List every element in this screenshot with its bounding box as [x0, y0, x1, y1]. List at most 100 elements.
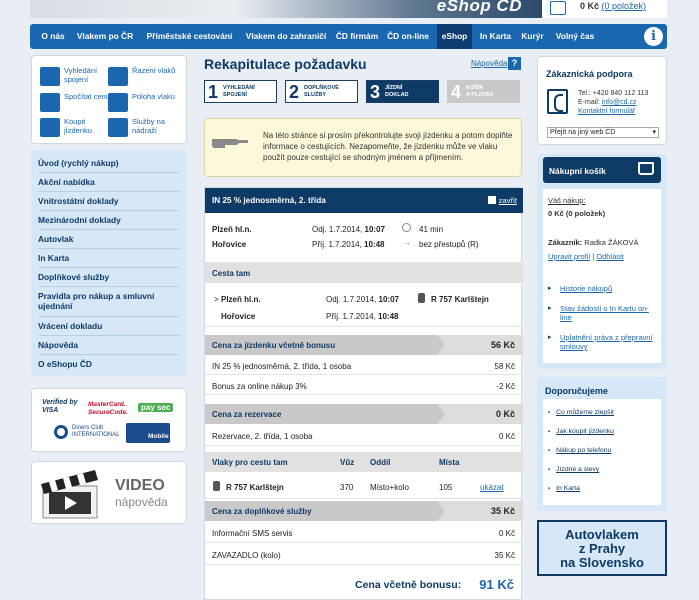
- left-menu: Úvod (rychlý nákup) Akční nabídka Vnitro…: [31, 150, 187, 376]
- recommend-link[interactable]: ▪ Jízdné a slevy: [548, 466, 599, 473]
- price-line: Bonus za online nákup 3% -2 Kč: [205, 375, 523, 395]
- total-row: Cena včetně bonusu: 91 Kč: [205, 572, 523, 598]
- customer-support-panel: Zákaznická podpora Tel.: +420 840 112 11…: [537, 56, 667, 145]
- pointing-hand-icon: [211, 135, 249, 149]
- payment-logos: Verified by VISA MasterCard. SecureCode.…: [31, 388, 187, 452]
- journey-to: Hořovice: [221, 312, 256, 321]
- autovlak-promo-banner[interactable]: Autovlakem z Prahy na Slovensko: [537, 520, 667, 576]
- left-menu-item[interactable]: Nápověda: [38, 336, 180, 355]
- video-help-banner[interactable]: VIDEO nápověda: [31, 461, 187, 524]
- left-menu-item[interactable]: Vnitrostátní doklady: [38, 192, 180, 211]
- nav-item-o-nas[interactable]: O nás: [38, 24, 68, 49]
- price-calculator-icon: [40, 93, 60, 112]
- support-contacts: Tel.: +420 840 112 113 E-mail: info@cd.c…: [578, 90, 649, 115]
- ticket-summary: IN 25 % jednosměrná, 2. třída zavřít Plz…: [204, 187, 523, 600]
- train-composition-icon: [108, 67, 128, 86]
- info-icon[interactable]: i: [644, 27, 663, 46]
- left-menu-item[interactable]: Autovlak: [38, 230, 180, 249]
- video-clapper-icon: [39, 468, 101, 520]
- route-summary: Plzeň hl.n. Hořovice Odj. 1.7.2014, 10:0…: [205, 213, 523, 263]
- recommend-link[interactable]: ▪ Jak koupit jízdenku: [548, 428, 614, 435]
- page-title: Rekapitulace požadavku: [204, 56, 367, 72]
- left-menu-item[interactable]: In Karta: [38, 249, 180, 268]
- nav-item-vlakem-po-cr[interactable]: Vlakem po ČR: [74, 24, 136, 49]
- mini-cart-items-link[interactable]: (0 položek): [602, 1, 647, 11]
- video-subtitle: nápověda: [115, 495, 168, 509]
- eshop-title: eShop ČD: [436, 0, 522, 15]
- contact-form-link[interactable]: Kontaktní formulář: [578, 108, 635, 115]
- nav-item-cd-firmam[interactable]: ČD firmám: [335, 24, 379, 49]
- diners-club-logo: Diners Club INTERNATIONAL: [72, 425, 120, 438]
- notice-box: Na této stránce si prosím překontrolujte…: [204, 118, 522, 177]
- ticket-header-title: IN 25 % jednosměrná, 2. třída: [212, 196, 326, 205]
- mini-cart[interactable]: 0 Kč (0 položek): [550, 0, 667, 18]
- support-title: Zákaznická podpora: [546, 69, 633, 79]
- route-departure: Odj. 1.7.2014, 10:07: [312, 225, 385, 234]
- recommend-list: ▪ Co můžeme zlepšit ▪ Jak koupit jízdenku …: [543, 399, 661, 505]
- left-menu-item[interactable]: Mezinárodní doklady: [38, 211, 180, 230]
- phone-icon: [547, 89, 568, 114]
- route-arrival: Příj. 1.7.2014, 10:48: [312, 240, 385, 249]
- ticket-price-header: Cena za jízdenku včetně bonusu 56 Kč: [205, 335, 523, 355]
- cart-icon[interactable]: [550, 1, 566, 15]
- left-menu-item[interactable]: Vrácení dokladu: [38, 317, 180, 336]
- profile-links: Upravit profil | Odhlásit: [548, 252, 624, 261]
- journey-departure: Odj. 1.7.2014, 10:07: [326, 295, 399, 304]
- close-ticket-button[interactable]: zavřít: [487, 196, 517, 205]
- cart-title: Nákupní košík: [549, 166, 606, 176]
- left-menu-item[interactable]: Doplňkové služby: [38, 268, 180, 287]
- customer-info: Zákazník: Radka ŽÁKOVÁ: [548, 238, 639, 247]
- left-menu-item[interactable]: Akční nabídka: [38, 173, 180, 192]
- nav-item-primestske[interactable]: Příměstské cestování: [142, 24, 237, 49]
- left-menu-item[interactable]: O eShopu ČD: [38, 355, 180, 374]
- nav-item-cd-online[interactable]: ČD on-line: [384, 24, 432, 49]
- step-1-search[interactable]: 1 VYHLEDÁNÍ SPOJENÍ: [204, 80, 277, 103]
- table-row: R 757 Karlštejn 370 Místo+kolo 105 ukáza…: [205, 472, 523, 499]
- nav-item-eshop[interactable]: eShop: [437, 24, 472, 49]
- price-line: ZAVAZADLO (kolo) 35 Kč: [205, 543, 523, 565]
- cart-header: Nákupní košík: [543, 157, 661, 183]
- quick-links-panel: Vyhledání spojení Řazení vlaků Spočítat …: [31, 55, 187, 144]
- header-banner: eShop ČD: [30, 0, 542, 18]
- nav-item-zahranici[interactable]: Vlakem do zahraničí: [242, 24, 330, 49]
- notice-text: Na této stránce si prosím překontrolujte…: [263, 131, 513, 162]
- site-select[interactable]: Přejít na jiný web ČD: [547, 127, 659, 138]
- mini-cart-summary[interactable]: 0 Kč (0 položek): [580, 1, 646, 11]
- mastercard-logo: MasterCard. SecureCode.: [88, 401, 128, 416]
- route-to: Hořovice: [212, 240, 247, 249]
- quick-link-price[interactable]: Spočítat cenu: [40, 92, 110, 114]
- step-2-services[interactable]: 2 DOPLŇKOVÉ SLUŽBY: [285, 80, 358, 103]
- show-seats-link[interactable]: ukázat: [480, 483, 504, 492]
- journey-section-header: Cesta tam: [205, 263, 523, 283]
- price-line: Rezervace, 2. třída, 1 osoba 0 Kč: [205, 424, 523, 446]
- trains-table-header: Vlaky pro cestu tam Vůz Oddíl Místa: [205, 452, 523, 472]
- recommend-link[interactable]: ▪ Co můžeme zlepšit: [548, 409, 614, 416]
- left-menu-item[interactable]: Pravidla pro nákup a smluvní ujednání: [38, 287, 180, 317]
- journey-detail: > Plzeň hl.n. Hořovice Odj. 1.7.2014, 10…: [205, 283, 523, 327]
- train-icon: [213, 481, 220, 491]
- quick-link-position[interactable]: Poloha vlaku: [108, 92, 178, 114]
- station-services-icon: [108, 118, 128, 137]
- nav-item-kuryr[interactable]: Kurýr: [520, 24, 545, 49]
- journey-arrival: Příj. 1.7.2014, 10:48: [326, 312, 399, 321]
- price-line: Informační SMS servis 0 Kč: [205, 521, 523, 543]
- quick-link-search[interactable]: Vyhledání spojení: [40, 66, 110, 88]
- quick-link-station[interactable]: Služby na nádraží: [108, 117, 178, 139]
- nav-item-volny-cas[interactable]: Volný čas: [555, 24, 595, 49]
- logout-link[interactable]: Odhlásit: [596, 252, 624, 261]
- diners-club-icon: [54, 425, 68, 439]
- nav-item-in-karta[interactable]: In Karta: [477, 24, 514, 49]
- support-email-link[interactable]: info@cd.cz: [602, 99, 637, 106]
- journey-marker: >: [214, 295, 219, 304]
- left-menu-item[interactable]: Úvod (rychlý nákup): [38, 154, 180, 173]
- help-icon[interactable]: ?: [508, 57, 521, 70]
- recommend-link[interactable]: ▪ In Karta: [548, 485, 580, 492]
- recommend-link[interactable]: ▪ Nákup po telefonu: [548, 447, 611, 454]
- edit-profile-link[interactable]: Upravit profil: [548, 252, 590, 261]
- route-from: Plzeň hl.n.: [212, 225, 252, 234]
- paysec-logo: pay sec: [138, 403, 174, 412]
- your-purchase-link[interactable]: Váš nákup:: [548, 196, 586, 205]
- quick-link-buy[interactable]: Koupit jízdenku: [40, 117, 110, 139]
- help-link[interactable]: Nápověda: [471, 59, 507, 68]
- quick-link-composition[interactable]: Řazení vlaků: [108, 66, 178, 88]
